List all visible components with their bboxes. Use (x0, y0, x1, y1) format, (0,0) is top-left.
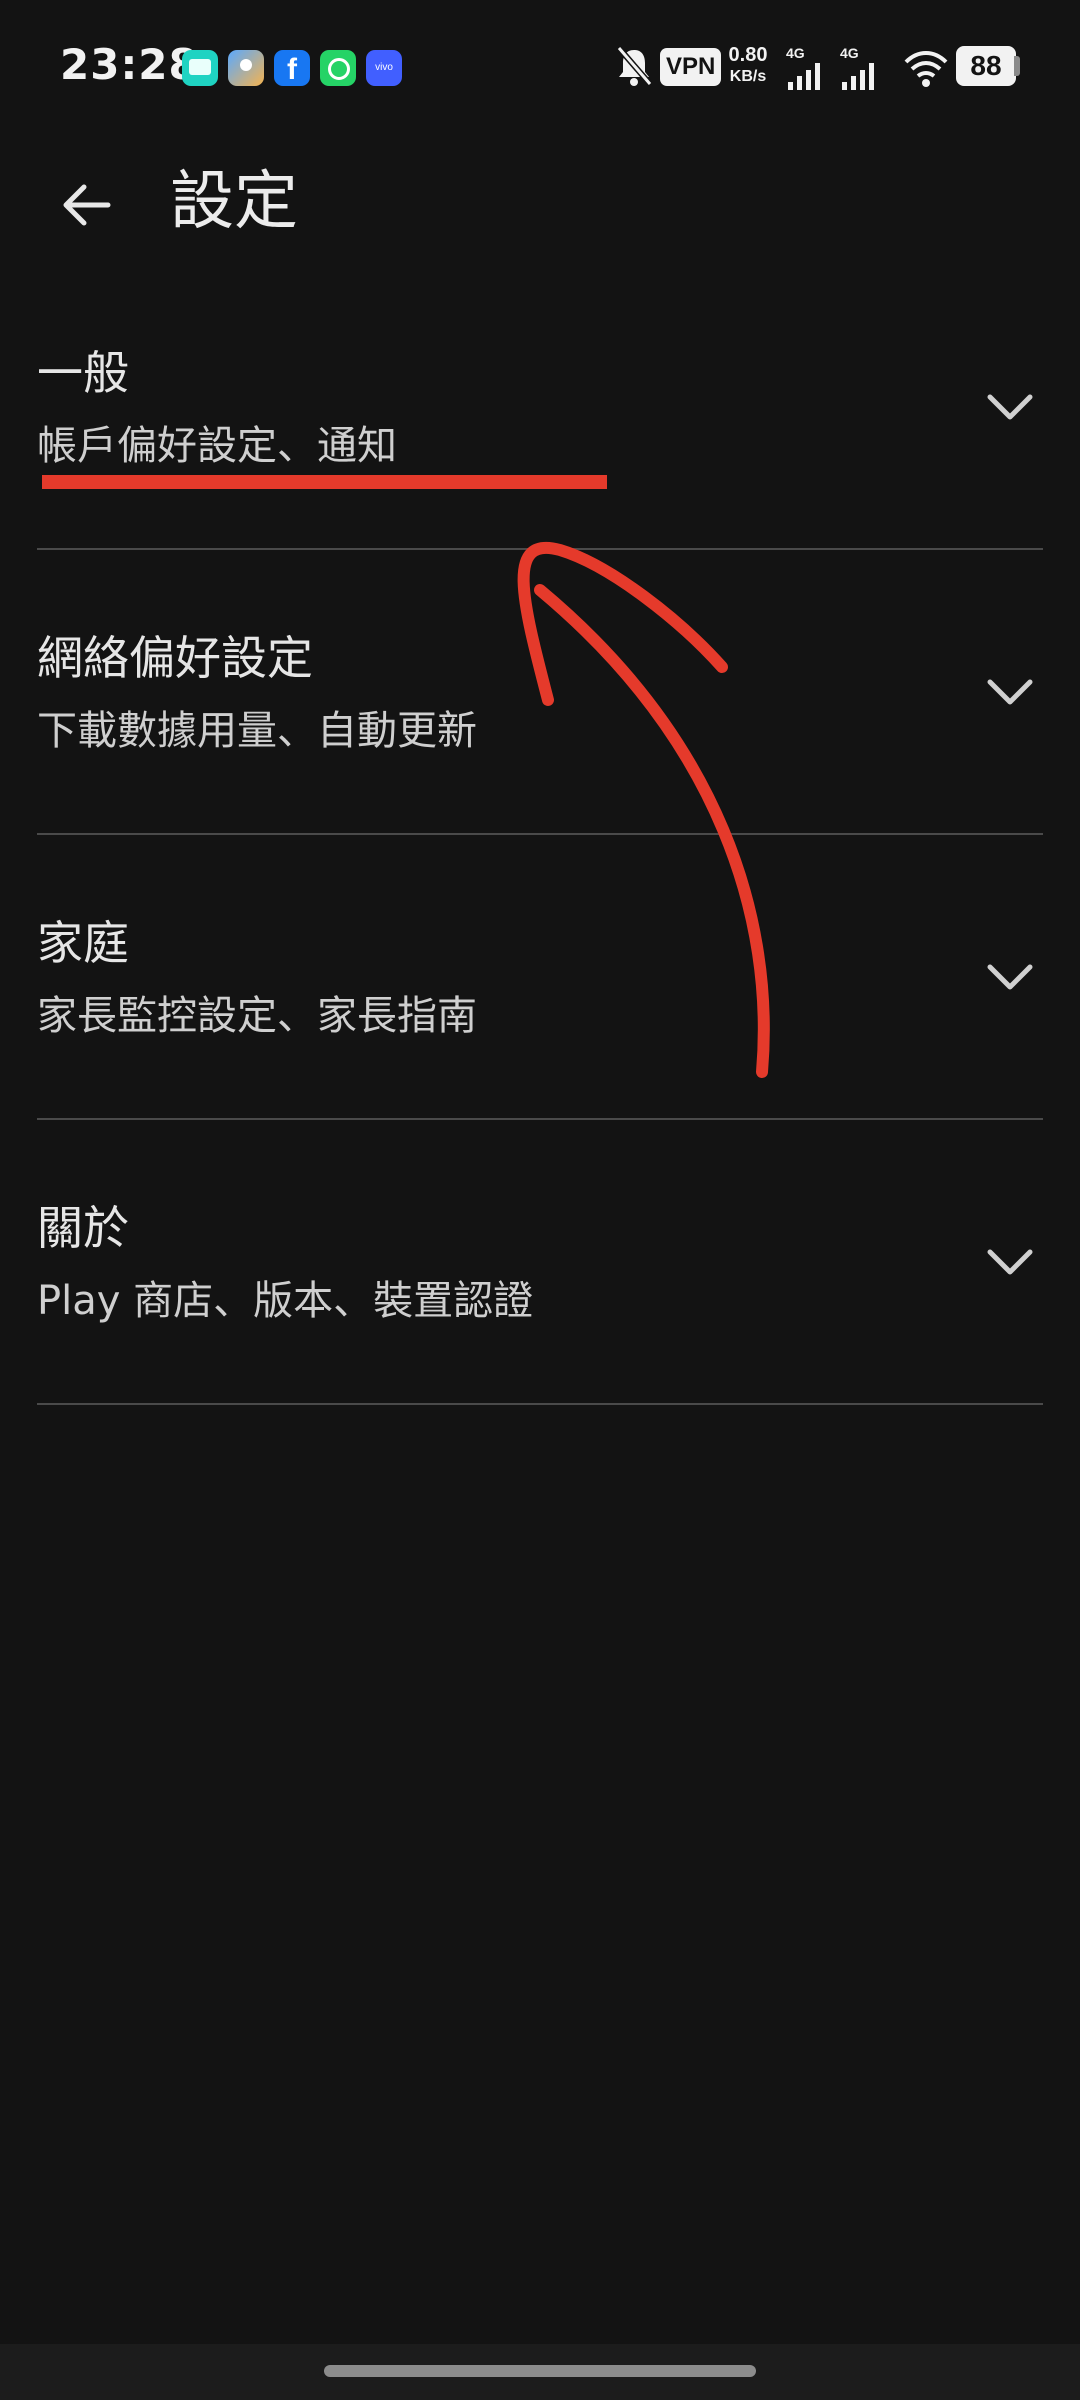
network-label-2: 4G (840, 45, 859, 61)
facebook-icon: f (274, 50, 310, 86)
wifi-icon (904, 51, 948, 87)
status-time: 23:28 (60, 40, 199, 89)
network-label: 4G (786, 45, 805, 61)
chevron-down-icon (987, 679, 1033, 705)
vivo-icon: vivo (366, 50, 402, 86)
divider (37, 1403, 1043, 1405)
chevron-down-icon (987, 964, 1033, 990)
arrow-left-icon (63, 184, 111, 226)
expand-button[interactable] (980, 662, 1040, 722)
expand-button[interactable] (980, 1232, 1040, 1292)
signal-strength-icon-2: 4G (840, 45, 874, 90)
bell-off-icon (616, 46, 653, 86)
section-title: 網絡偏好設定 (37, 631, 313, 685)
section-title: 一般 (37, 346, 129, 400)
section-subtitle: 下載數據用量、自動更新 (37, 708, 477, 754)
divider (37, 548, 1043, 550)
network-speed-value: 0.80 (728, 44, 768, 66)
settings-screen: 23:28 f vivo VPN 0.80 KB/s 4G 4G 88 設定 一… (0, 0, 1080, 2400)
section-title: 關於 (37, 1201, 129, 1255)
section-about[interactable]: 關於 Play 商店、版本、裝置認證 (0, 1155, 1080, 1439)
section-subtitle: 家長監控設定、家長指南 (37, 993, 477, 1039)
chevron-down-icon (987, 1249, 1033, 1275)
expand-button[interactable] (980, 947, 1040, 1007)
status-bar: 23:28 f vivo VPN 0.80 KB/s 4G 4G 88 (0, 0, 1080, 130)
expand-button[interactable] (980, 377, 1040, 437)
network-speed: 0.80 KB/s (722, 44, 774, 96)
divider (37, 833, 1043, 835)
messages-icon (182, 50, 218, 86)
battery-indicator: 88 (956, 46, 1016, 86)
whatsapp-icon (320, 50, 356, 86)
back-button[interactable] (46, 165, 126, 245)
home-indicator[interactable] (324, 2365, 756, 2377)
gallery-icon (228, 50, 264, 86)
section-subtitle: Play 商店、版本、裝置認證 (37, 1278, 534, 1324)
section-subtitle: 帳戶偏好設定、通知 (37, 423, 397, 469)
chevron-down-icon (987, 394, 1033, 420)
page-title: 設定 (170, 165, 298, 239)
section-family[interactable]: 家庭 家長監控設定、家長指南 (0, 870, 1080, 1154)
section-general[interactable]: 一般 帳戶偏好設定、通知 (0, 300, 1080, 584)
vpn-badge: VPN (660, 48, 722, 86)
section-network-preferences[interactable]: 網絡偏好設定 下載數據用量、自動更新 (0, 585, 1080, 869)
section-title: 家庭 (37, 916, 129, 970)
network-speed-unit: KB/s (729, 68, 767, 85)
battery-tip (1014, 56, 1020, 76)
signal-strength-icon: 4G (786, 45, 820, 90)
divider (37, 1118, 1043, 1120)
